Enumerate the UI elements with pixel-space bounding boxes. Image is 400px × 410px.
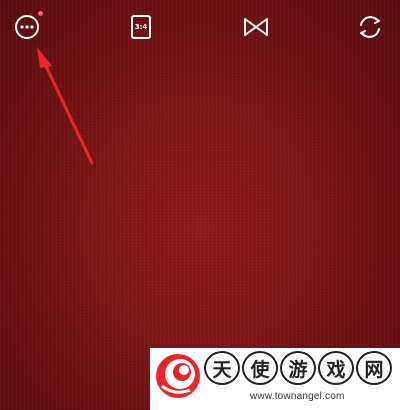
watermark-char: 网 (356, 351, 392, 385)
watermark-char: 戏 (318, 351, 354, 385)
filter-button[interactable] (239, 10, 273, 44)
camera-top-toolbar: 3:4 (0, 10, 400, 46)
watermark-char: 天 (204, 351, 240, 385)
notification-dot (38, 11, 43, 16)
more-options-button[interactable] (10, 10, 44, 44)
angel-logo-icon (156, 354, 200, 398)
more-horizontal-circle-icon (15, 15, 39, 39)
aspect-ratio-label: 3:4 (131, 15, 151, 39)
camera-screen: 3:4 天 使 游 戏 网 www.townangel.com (0, 0, 400, 410)
aspect-ratio-button[interactable]: 3:4 (124, 10, 158, 44)
watermark-title: 天 使 游 戏 网 (204, 351, 392, 385)
watermark-char: 游 (280, 351, 316, 385)
bowtie-filter-icon (244, 18, 268, 36)
site-watermark: 天 使 游 戏 网 www.townangel.com (150, 348, 400, 410)
watermark-url: www.townangel.com (250, 391, 345, 402)
watermark-char: 使 (242, 351, 278, 385)
camera-flip-icon (360, 16, 380, 38)
flip-camera-button[interactable] (353, 10, 387, 44)
